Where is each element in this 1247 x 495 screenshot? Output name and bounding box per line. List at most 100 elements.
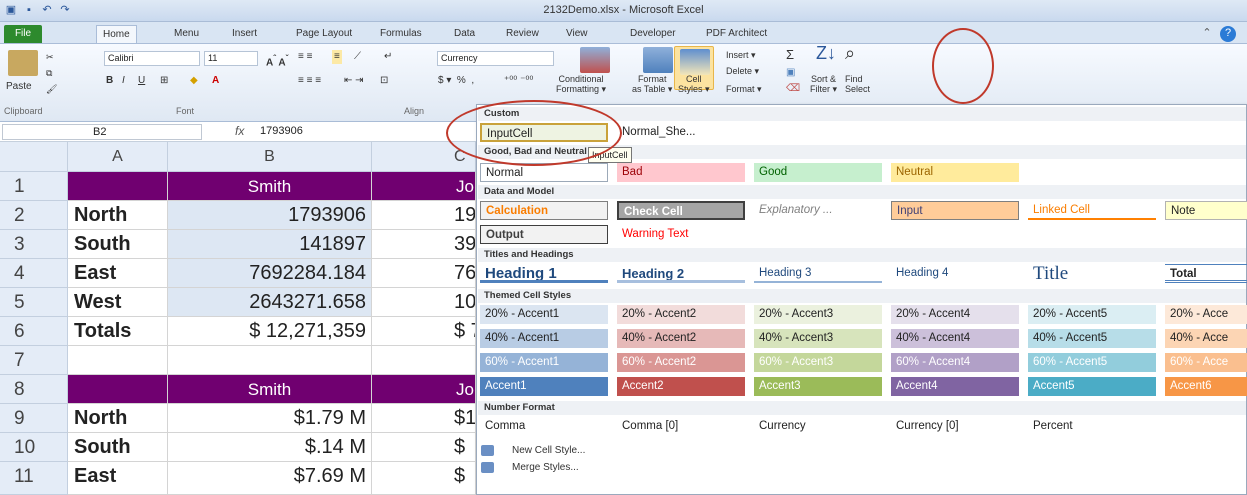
decimal-icons[interactable]: ⁺⁰⁰ ⁻⁰⁰ <box>504 74 533 88</box>
style-data-model[interactable]: Explanatory ... <box>754 201 882 220</box>
new-cell-style-item[interactable]: New Cell Style... <box>481 445 585 456</box>
row-header[interactable]: 3 <box>0 230 68 259</box>
row-header[interactable]: 9 <box>0 404 68 433</box>
style-accent[interactable]: 20% - Accent1 <box>480 305 608 324</box>
font-size-combo[interactable]: 11 <box>204 51 258 66</box>
grow-font-icon[interactable]: Aˆ Aˇ <box>266 51 288 70</box>
row-header[interactable]: 10 <box>0 433 68 462</box>
autosum-icon[interactable]: Σ <box>786 48 794 62</box>
cell[interactable] <box>372 346 476 375</box>
conditional-formatting-icon[interactable] <box>580 47 610 73</box>
tab-developer[interactable]: Developer <box>624 25 682 43</box>
cell[interactable]: $ <box>372 433 476 462</box>
style-accent[interactable]: Accent5 <box>1028 377 1156 396</box>
tab-page-layout[interactable]: Page Layout <box>290 25 358 43</box>
style-accent[interactable]: 40% - Accent1 <box>480 329 608 348</box>
cell[interactable]: South <box>68 433 168 462</box>
insert-function-icon[interactable]: fx <box>235 124 244 138</box>
cell[interactable]: 194 <box>372 201 476 230</box>
find-icon[interactable]: ⌕ <box>845 44 855 62</box>
bold-button[interactable]: B <box>106 74 113 88</box>
underline-button[interactable]: U <box>138 74 145 88</box>
style-data-model[interactable]: Input <box>891 201 1019 220</box>
style-accent[interactable]: 60% - Accent3 <box>754 353 882 372</box>
format-painter-icon[interactable]: 🖌 <box>46 82 57 96</box>
cell-styles-button[interactable]: Cell Styles ▾ <box>678 74 710 94</box>
style-accent[interactable]: 20% - Accent5 <box>1028 305 1156 324</box>
font-color-icon[interactable]: A <box>212 74 219 88</box>
minimize-ribbon-icon[interactable]: ⌃ <box>1200 26 1214 40</box>
style-accent[interactable]: Accent3 <box>754 377 882 396</box>
cut-icon[interactable]: ✂ <box>46 50 54 64</box>
fill-icon[interactable]: ▣ <box>786 66 795 80</box>
cell[interactable]: $ 12,271,359 <box>168 317 372 346</box>
cell[interactable]: 2643271.658 <box>168 288 372 317</box>
style-number-format[interactable]: Percent <box>1028 417 1156 436</box>
delete-button[interactable]: Delete ▾ <box>726 64 759 78</box>
orientation-icon[interactable]: ⟋ <box>354 50 361 64</box>
number-format-symbols[interactable]: $ ▾ % , <box>438 74 474 88</box>
cell[interactable]: Smith <box>168 375 372 404</box>
number-format-combo[interactable]: Currency <box>437 51 554 66</box>
copy-icon[interactable]: ⧉ <box>46 66 52 80</box>
cell[interactable] <box>68 375 168 404</box>
style-heading[interactable]: Total <box>1165 264 1247 283</box>
style-heading[interactable]: Heading 2 <box>617 264 745 283</box>
cell[interactable]: East <box>68 259 168 288</box>
style-accent[interactable]: Accent6 <box>1165 377 1247 396</box>
borders-icon[interactable]: ⊞ <box>160 74 168 88</box>
cell[interactable]: North <box>68 404 168 433</box>
row-header[interactable]: 1 <box>0 172 68 201</box>
style-accent[interactable]: 40% - Accent2 <box>617 329 745 348</box>
format-button[interactable]: Format ▾ <box>726 82 762 96</box>
insert-button[interactable]: Insert ▾ <box>726 48 756 62</box>
style-heading[interactable]: Heading 1 <box>480 264 608 283</box>
style-warning-text[interactable]: Warning Text <box>617 225 745 244</box>
cell[interactable]: $ 7,695 <box>372 317 476 346</box>
cell[interactable]: $7.69 M <box>168 462 372 495</box>
name-box[interactable]: B2 <box>2 124 202 140</box>
cell[interactable]: Jon <box>372 375 476 404</box>
cell[interactable]: East <box>68 462 168 495</box>
style-accent[interactable]: 20% - Accent3 <box>754 305 882 324</box>
cell[interactable]: $ <box>372 462 476 495</box>
italic-button[interactable]: I <box>122 74 125 88</box>
style-accent[interactable]: 40% - Acce <box>1165 329 1247 348</box>
select-all-corner[interactable] <box>0 142 68 172</box>
style-heading[interactable]: Title <box>1028 264 1156 283</box>
paste-button[interactable]: Paste <box>6 80 32 94</box>
style-accent[interactable]: 20% - Accent4 <box>891 305 1019 324</box>
style-accent[interactable]: 60% - Acce <box>1165 353 1247 372</box>
find-select-button[interactable]: Find Select <box>845 74 870 94</box>
style-accent[interactable]: 60% - Accent4 <box>891 353 1019 372</box>
style-accent[interactable]: 60% - Accent5 <box>1028 353 1156 372</box>
row-header[interactable]: 5 <box>0 288 68 317</box>
cell[interactable]: Jon <box>372 172 476 201</box>
align-left-icon[interactable]: ≡ ≡ ≡ <box>298 74 321 88</box>
conditional-formatting-button[interactable]: Conditional Formatting ▾ <box>556 74 606 94</box>
cell[interactable] <box>68 346 168 375</box>
row-header[interactable]: 4 <box>0 259 68 288</box>
align-top-icon[interactable]: ≡ ≡ <box>298 50 312 64</box>
style-number-format[interactable]: Currency [0] <box>891 417 1019 436</box>
row-header[interactable]: 7 <box>0 346 68 375</box>
cell[interactable]: South <box>68 230 168 259</box>
style-heading[interactable]: Heading 3 <box>754 264 882 283</box>
cell[interactable]: 390 <box>372 230 476 259</box>
tab-menu[interactable]: Menu <box>168 25 205 43</box>
sort-filter-icon[interactable]: Z↓ <box>816 44 836 62</box>
tab-review[interactable]: Review <box>500 25 545 43</box>
tab-data[interactable]: Data <box>448 25 481 43</box>
style-accent[interactable]: 20% - Acce <box>1165 305 1247 324</box>
tab-insert[interactable]: Insert <box>226 25 263 43</box>
style-heading[interactable]: Heading 4 <box>891 264 1019 283</box>
style-accent[interactable]: 40% - Accent5 <box>1028 329 1156 348</box>
style-number-format[interactable]: Comma [0] <box>617 417 745 436</box>
style-accent[interactable]: 60% - Accent1 <box>480 353 608 372</box>
cell[interactable]: $1.79 M <box>168 404 372 433</box>
style-data-model[interactable]: Note <box>1165 201 1247 220</box>
align-bottom-icon[interactable]: ≡ <box>332 50 342 64</box>
style-normal-sheet[interactable]: Normal_She... <box>617 123 745 142</box>
style-good-bad[interactable]: Normal <box>480 163 608 182</box>
tab-formulas[interactable]: Formulas <box>374 25 428 43</box>
